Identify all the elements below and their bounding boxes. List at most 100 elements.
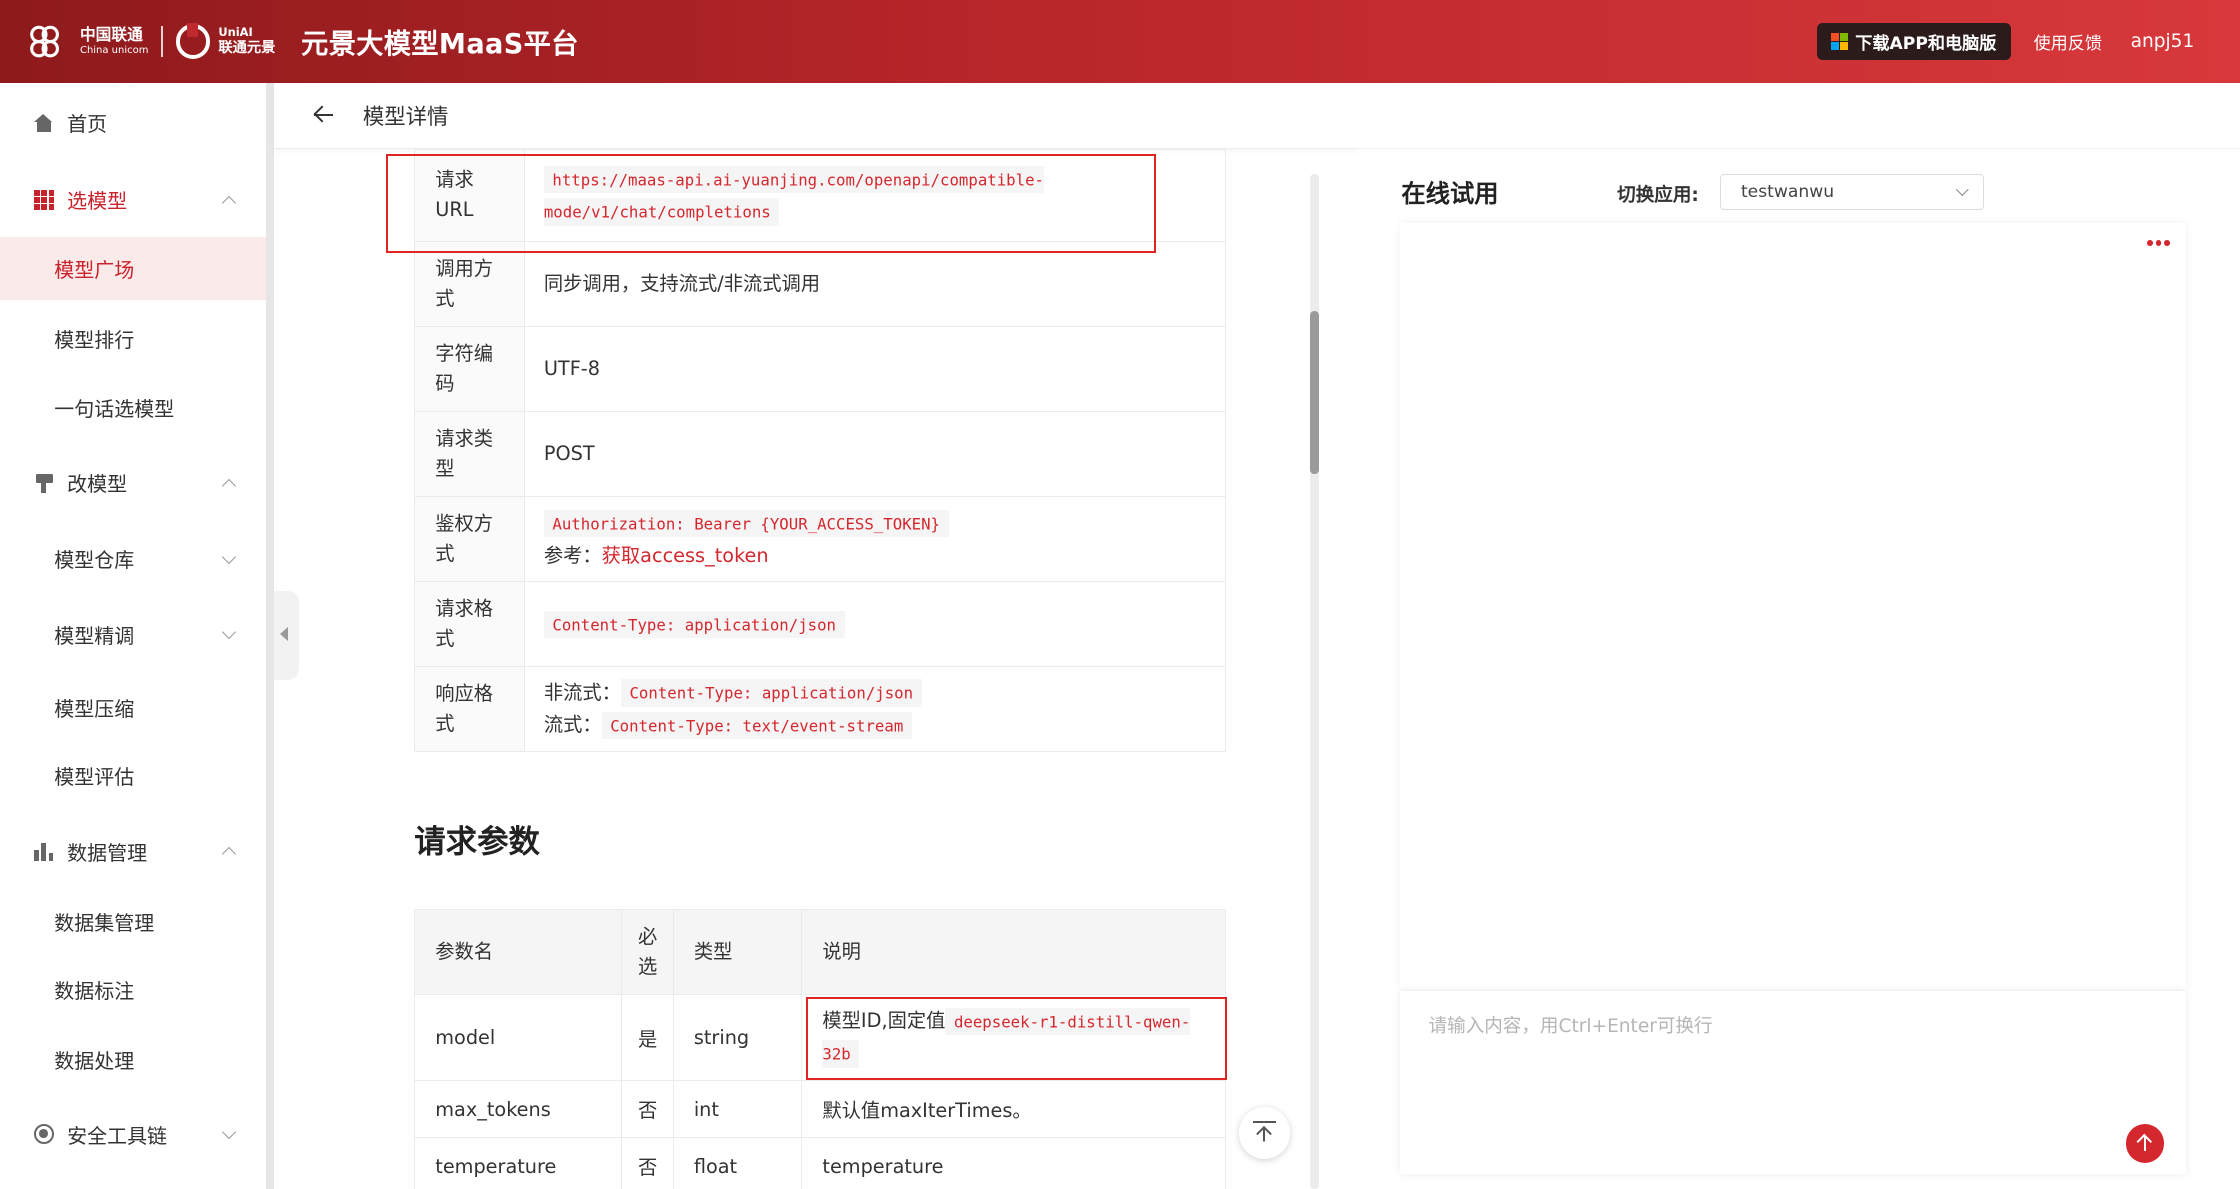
windows-icon	[1831, 32, 1849, 50]
sidebar-item-select-model[interactable]: 选模型	[0, 169, 266, 232]
sidebar-item-model-compress[interactable]: 模型压缩	[0, 676, 266, 739]
download-app-button[interactable]: 下载APP和电脑版	[1816, 22, 2011, 60]
params-section-title: 请求参数	[414, 824, 540, 861]
sidebar-item-security-tools[interactable]: 安全工具链	[0, 1103, 266, 1166]
stream-label: 流式：	[543, 713, 602, 736]
sidebar-item-model-eval[interactable]: 模型评估	[0, 744, 266, 807]
sidebar-item-model-square[interactable]: 模型广场	[0, 237, 266, 300]
app-select-value: testwanwu	[1740, 182, 1835, 203]
sidebar-item-data-label[interactable]: 数据标注	[0, 959, 266, 1022]
row-key: 调用方式	[414, 241, 526, 327]
uniai-logo-icon	[175, 22, 210, 59]
arrow-up-icon	[1256, 1125, 1273, 1142]
column-header: 说明	[801, 908, 1226, 996]
sidebar-item-label: 首页	[67, 112, 108, 137]
cu-logo-en: China unicom	[79, 44, 149, 56]
chevron-down-icon	[1955, 183, 1968, 196]
row-key: 鉴权方式	[414, 495, 526, 583]
row-key: 字符编码	[414, 325, 526, 413]
sidebar: 首页 选模型 模型广场 模型排行 一句话选模型 改模型 模型仓库 模型精调 模型…	[0, 82, 266, 1189]
app-select[interactable]: testwanwu	[1719, 174, 1985, 210]
brand-logo[interactable]: 中国联通 China unicom UniAI 联通元景 元景大模型MaaS平台	[26, 22, 579, 61]
uniai-logo-cn: 联通元景	[218, 40, 276, 57]
page-header: 模型详情	[274, 82, 2240, 149]
chevron-down-icon	[222, 1125, 237, 1140]
sidebar-item-label: 一句话选模型	[54, 396, 175, 421]
chevron-up-icon	[222, 478, 237, 493]
table-row: 调用方式 同步调用，支持流式/非流式调用	[414, 241, 1226, 327]
bar-chart-icon	[34, 841, 54, 862]
sidebar-item-modify-model[interactable]: 改模型	[0, 451, 266, 514]
param-type: string	[672, 994, 803, 1081]
sidebar-item-label: 数据标注	[54, 979, 135, 1004]
chevron-down-icon	[222, 549, 237, 564]
sidebar-item-label: 模型精调	[54, 623, 135, 648]
param-type: float	[672, 1137, 803, 1189]
sidebar-item-home[interactable]: 首页	[0, 91, 266, 154]
platform-title: 元景大模型MaaS平台	[301, 28, 579, 60]
row-value: 非流式： Content-Type: application/json 流式： Co…	[524, 665, 1226, 753]
param-name: max_tokens	[414, 1079, 623, 1139]
sidebar-item-data-process[interactable]: 数据处理	[0, 1029, 266, 1092]
sidebar-item-label: 模型压缩	[54, 696, 135, 721]
param-name: model	[414, 994, 623, 1081]
row-value: 同步调用，支持流式/非流式调用	[524, 241, 1226, 327]
sidebar-item-label: 模型仓库	[54, 548, 135, 573]
sidebar-item-label: 安全工具链	[67, 1123, 168, 1148]
brush-icon	[34, 473, 54, 493]
uniai-logo-en: UniAI	[218, 25, 253, 40]
param-desc: 默认值maxIterTimes。	[801, 1079, 1226, 1139]
back-to-top-button[interactable]	[1238, 1107, 1290, 1159]
highlight-box-model-id	[805, 997, 1228, 1080]
table-row: 鉴权方式 Authorization: Bearer {YOUR_ACCESS_…	[414, 495, 1226, 583]
row-key: 请求类型	[414, 411, 526, 497]
sidebar-item-data-mgmt[interactable]: 数据管理	[0, 820, 266, 883]
chevron-down-icon	[222, 625, 237, 640]
back-to-top-icon	[1252, 1121, 1276, 1124]
send-button[interactable]	[2125, 1124, 2165, 1163]
online-try-title: 在线试用	[1401, 179, 1499, 209]
row-value: Authorization: Bearer {YOUR_ACCESS_TOKEN…	[524, 495, 1226, 583]
get-access-token-link[interactable]: 获取access_token	[602, 544, 769, 567]
sidebar-item-label: 模型排行	[54, 328, 135, 353]
row-key: 请求格式	[414, 581, 526, 667]
sidebar-item-dataset-mgmt[interactable]: 数据集管理	[0, 890, 266, 953]
param-name: temperature	[414, 1137, 623, 1189]
table-row: temperature 否 float temperature	[414, 1137, 1226, 1189]
sidebar-item-one-sentence-select[interactable]: 一句话选模型	[0, 376, 266, 439]
request-format-code: Content-Type: application/json	[543, 610, 845, 639]
sidebar-item-label: 数据集管理	[54, 910, 155, 935]
logo-divider	[161, 25, 163, 58]
sidebar-scrollbar[interactable]	[265, 82, 275, 1189]
row-value: Content-Type: application/json	[524, 581, 1226, 667]
sidebar-item-label: 数据处理	[54, 1049, 135, 1074]
row-value: POST	[524, 411, 1226, 497]
table-row: 响应格式 非流式： Content-Type: application/json …	[414, 665, 1226, 753]
table-row: 字符编码 UTF-8	[414, 325, 1226, 413]
more-options-icon[interactable]	[2147, 239, 2170, 249]
sidebar-item-model-ranking[interactable]: 模型排行	[0, 307, 266, 370]
table-row: 请求格式 Content-Type: application/json	[414, 581, 1226, 667]
sidebar-item-model-finetune[interactable]: 模型精调	[0, 603, 266, 666]
sidebar-item-label: 模型广场	[54, 258, 135, 283]
sidebar-item-label: 改模型	[67, 472, 128, 497]
top-header: 中国联通 China unicom UniAI 联通元景 元景大模型MaaS平台…	[0, 0, 2240, 83]
sidebar-item-label: 选模型	[67, 189, 128, 214]
doc-scrollbar-thumb[interactable]	[1309, 311, 1319, 475]
sidebar-collapse-button[interactable]	[274, 591, 299, 680]
auth-ref-label: 参考：	[543, 543, 602, 567]
highlight-box-url	[385, 154, 1156, 253]
feedback-link[interactable]: 使用反馈	[2034, 29, 2103, 54]
sidebar-item-model-repo[interactable]: 模型仓库	[0, 527, 266, 590]
row-key: 响应格式	[414, 665, 526, 753]
param-required: 否	[621, 1137, 674, 1189]
stream-code: Content-Type: text/event-stream	[601, 711, 912, 740]
chevron-up-icon	[222, 847, 237, 862]
chat-input[interactable]	[1399, 991, 2186, 1175]
sidebar-item-label: 数据管理	[67, 840, 148, 865]
back-arrow-icon[interactable]	[314, 107, 334, 124]
sidebar-item-label: 模型评估	[54, 765, 135, 790]
cu-logo-cn: 中国联通	[79, 25, 143, 45]
user-menu[interactable]: anpj51	[2131, 31, 2195, 52]
param-required: 否	[621, 1079, 674, 1139]
